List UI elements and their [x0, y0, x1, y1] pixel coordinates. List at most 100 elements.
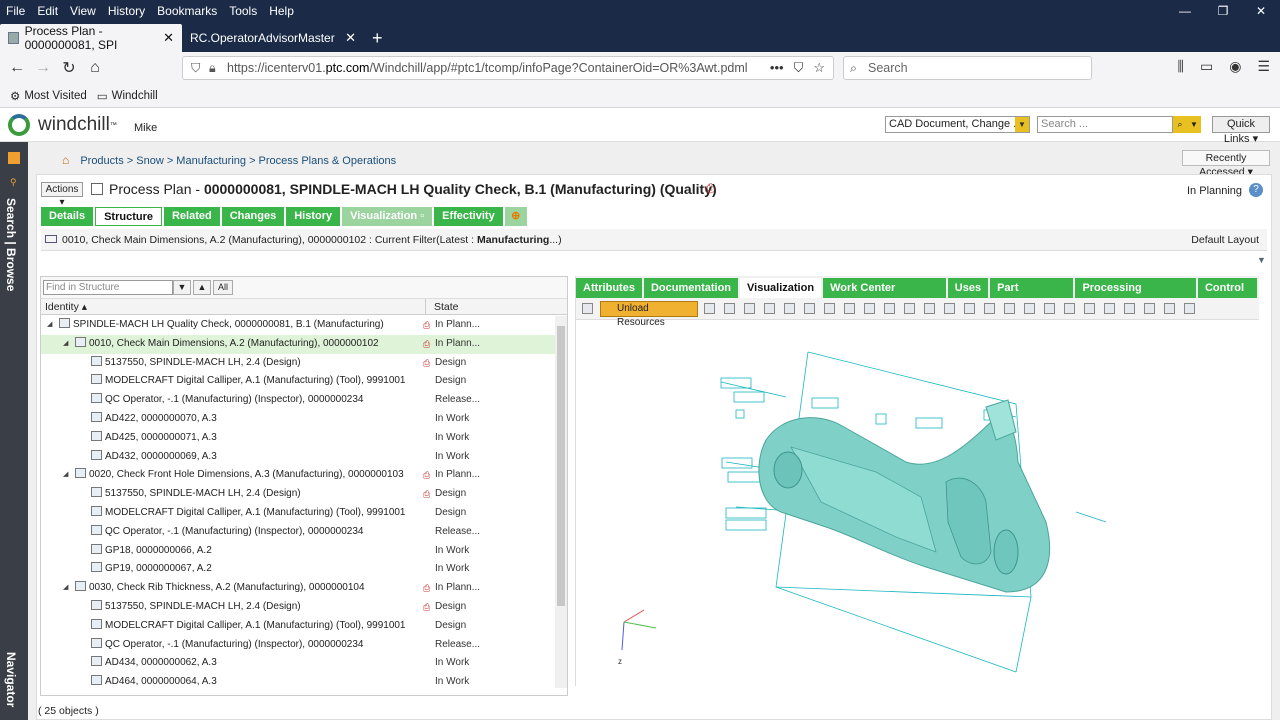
sequence-icon[interactable]: [1024, 303, 1035, 314]
display-icon[interactable]: [824, 303, 835, 314]
chevron-down-icon[interactable]: ▼: [1187, 116, 1201, 133]
layer-icon[interactable]: [864, 303, 875, 314]
bookmark-most-visited[interactable]: ⚙ Most Visited: [10, 89, 87, 103]
sidebar-icon[interactable]: ▭: [1200, 58, 1213, 75]
navigator-tab[interactable]: Navigator: [4, 652, 18, 707]
close-window-icon[interactable]: ✕: [1242, 0, 1280, 22]
paste-icon[interactable]: [1144, 303, 1155, 314]
chevron-up-icon[interactable]: ▲: [193, 280, 211, 295]
tree-row[interactable]: MODELCRAFT Digital Calliper, A.1 (Manufa…: [41, 372, 555, 391]
search-browse-tab[interactable]: Search | Browse: [4, 198, 18, 291]
search-type-select[interactable]: CAD Document, Change ... ▼: [885, 116, 1030, 133]
menu-tools[interactable]: Tools: [223, 4, 263, 18]
hide-icon[interactable]: [1004, 303, 1015, 314]
tree-row[interactable]: 5137550, SPINDLE-MACH LH, 2.4 (Design) ⎙ D…: [41, 354, 555, 373]
3d-viewer-canvas[interactable]: z: [576, 322, 1260, 686]
pdf-icon[interactable]: ⎙: [423, 316, 430, 335]
recently-accessed-button[interactable]: Recently Accessed ▾: [1182, 150, 1270, 178]
pdf-icon[interactable]: ⎙: [423, 598, 430, 617]
render-style-icon[interactable]: [804, 303, 815, 314]
browser-search-input[interactable]: ⌕ Search: [843, 56, 1092, 80]
fly-icon[interactable]: [844, 303, 855, 314]
viewer-home-icon[interactable]: [582, 303, 593, 314]
scroll-thumb[interactable]: [557, 326, 565, 606]
menu-edit[interactable]: Edit: [31, 4, 64, 18]
tree-row[interactable]: QC Operator, -.1 (Manufacturing) (Inspec…: [41, 636, 555, 655]
copy-icon[interactable]: [1124, 303, 1135, 314]
restore-icon[interactable]: ❐: [1204, 0, 1242, 22]
column-identity[interactable]: Identity ▴: [45, 299, 87, 315]
tab-documentation[interactable]: Documentation: [643, 278, 739, 298]
bookmark-windchill[interactable]: ▭ Windchill: [97, 89, 158, 103]
tree-row[interactable]: GP19, 0000000067, A.2 In Work: [41, 560, 555, 579]
zoom-area-icon[interactable]: [704, 303, 715, 314]
panel-toggle-icon[interactable]: [8, 152, 20, 164]
tab-details[interactable]: Details: [41, 207, 94, 226]
expand-toggle-icon[interactable]: ◢: [63, 335, 68, 354]
menu-help[interactable]: Help: [263, 4, 300, 18]
section-icon[interactable]: [904, 303, 915, 314]
erase-icon[interactable]: [984, 303, 995, 314]
tab-control-characteristics[interactable]: Control C: [1197, 278, 1257, 314]
pdf-icon[interactable]: ⎙: [423, 335, 430, 354]
tree-row[interactable]: 5137550, SPINDLE-MACH LH, 2.4 (Design) ⎙ D…: [41, 485, 555, 504]
menu-file[interactable]: File: [0, 4, 31, 18]
tree-row[interactable]: QC Operator, -.1 (Manufacturing) (Inspec…: [41, 391, 555, 410]
close-tab-icon[interactable]: ✕: [345, 30, 356, 46]
explode-icon[interactable]: [884, 303, 895, 314]
home-icon[interactable]: ⌂: [82, 59, 108, 77]
measure-icon[interactable]: [764, 303, 775, 314]
column-state[interactable]: State: [425, 299, 459, 315]
browser-tab-process-plan[interactable]: Process Plan - 0000000081, SPI ✕: [0, 24, 182, 52]
default-layout-label[interactable]: Default Layout: [1191, 229, 1259, 251]
tree-row[interactable]: ◢ 0030, Check Rib Thickness, A.2 (Manufac…: [41, 579, 555, 598]
annotation-icon[interactable]: [1044, 303, 1055, 314]
search-icon[interactable]: ⌕: [1173, 116, 1187, 133]
home-icon[interactable]: ⌂: [62, 153, 69, 167]
more-icon[interactable]: •••: [770, 60, 784, 76]
find-in-structure-input[interactable]: Find in Structure: [43, 280, 173, 295]
tab-part-allocation[interactable]: Part Allocation: [990, 278, 1074, 314]
browser-tab-operator-advisor[interactable]: RC.OperatorAdvisorMaster ✕: [182, 24, 364, 52]
tree-row[interactable]: AD434, 0000000062, A.3 In Work: [41, 654, 555, 673]
windchill-search-input[interactable]: Search ...: [1037, 116, 1173, 133]
expand-toggle-icon[interactable]: ◢: [63, 466, 68, 485]
tree-row[interactable]: ◢ 0020, Check Front Hole Dimensions, A.3 …: [41, 466, 555, 485]
tree-row[interactable]: AD422, 0000000070, A.3 In Work: [41, 410, 555, 429]
tree-row[interactable]: ◢ 0010, Check Main Dimensions, A.2 (Manuf…: [41, 334, 555, 354]
menu-bookmarks[interactable]: Bookmarks: [151, 4, 223, 18]
collapse-chevron-icon[interactable]: ▼: [1257, 255, 1266, 265]
bookmark-star-icon[interactable]: ☆: [813, 60, 825, 76]
remove-icon[interactable]: [1084, 303, 1095, 314]
minimize-icon[interactable]: —: [1166, 0, 1204, 22]
expand-toggle-icon[interactable]: ◢: [63, 579, 68, 598]
help-icon[interactable]: ?: [1249, 183, 1263, 197]
snapshot-icon[interactable]: [1164, 303, 1175, 314]
pdf-icon[interactable]: ⎙: [423, 485, 430, 504]
tab-processing-resources[interactable]: Processing Resources: [1075, 278, 1196, 314]
tree-row[interactable]: MODELCRAFT Digital Calliper, A.1 (Manufa…: [41, 504, 555, 523]
forward-icon[interactable]: →: [30, 59, 56, 77]
pdf-icon[interactable]: ⎙: [423, 354, 430, 373]
menu-view[interactable]: View: [64, 4, 102, 18]
tree-row[interactable]: AD425, 0000000071, A.3 In Work: [41, 429, 555, 448]
tree-row[interactable]: 5137550, SPINDLE-MACH LH, 2.4 (Design) ⎙ D…: [41, 598, 555, 617]
back-icon[interactable]: ←: [4, 59, 30, 77]
pick-icon[interactable]: [924, 303, 935, 314]
tab-history[interactable]: History: [286, 207, 341, 226]
zoom-fit-icon[interactable]: [964, 303, 975, 314]
reload-icon[interactable]: ↻: [56, 58, 82, 78]
tree-scrollbar[interactable]: [555, 316, 567, 688]
tab-visualization[interactable]: Visualization ▫: [342, 207, 433, 226]
zoom-all-icon[interactable]: [944, 303, 955, 314]
url-bar[interactable]: ⛉ 🔒︎ https://icenterv01.ptc.com/Windchil…: [182, 56, 834, 80]
all-button[interactable]: All: [213, 280, 233, 295]
tree-row[interactable]: AD464, 0000000064, A.3 In Work: [41, 673, 555, 688]
close-tab-icon[interactable]: ✕: [163, 30, 174, 46]
tab-work-center-allocation[interactable]: Work Center Allocation: [823, 278, 946, 314]
pdf-icon[interactable]: ⎙: [705, 181, 715, 196]
tree-row[interactable]: MODELCRAFT Digital Calliper, A.1 (Manufa…: [41, 617, 555, 636]
zoom-icon[interactable]: [724, 303, 735, 314]
tab-effectivity[interactable]: Effectivity: [434, 207, 503, 226]
hamburger-menu-icon[interactable]: ☰: [1257, 58, 1270, 75]
